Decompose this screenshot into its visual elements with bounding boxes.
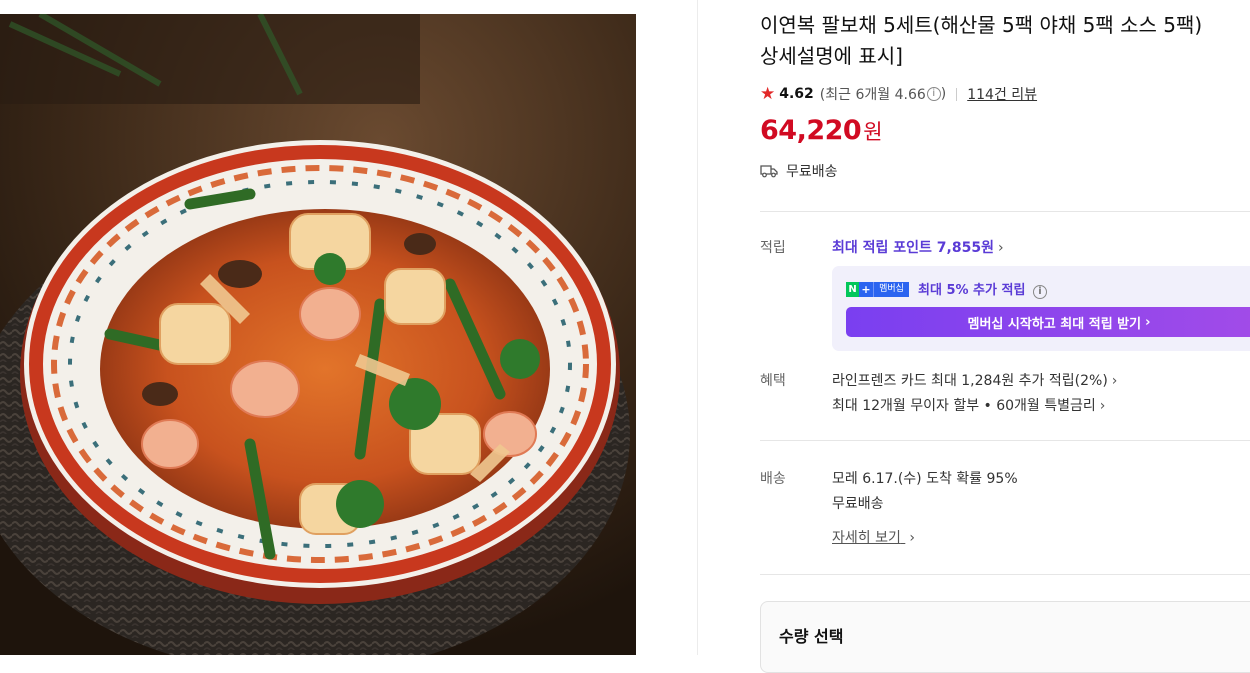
delivery-fee: 무료배송 <box>832 496 884 512</box>
delivery-detail-link[interactable]: 자세히 보기 › <box>832 527 915 547</box>
arrival-estimate: 모레 6.17.(수) 도착 확률 95% <box>832 471 1018 487</box>
panel-divider <box>697 0 698 655</box>
chevron-right-icon: › <box>1145 314 1151 330</box>
points-label: 적립 <box>760 240 786 256</box>
quantity-title: 수량 선택 <box>779 627 844 646</box>
benefits-label: 혜택 <box>760 373 786 389</box>
product-image <box>0 14 636 655</box>
price: 64,220 원 <box>760 115 883 146</box>
info-icon[interactable]: i <box>1032 285 1047 299</box>
max-points-text: 최대 적립 포인트 7,855원 <box>832 240 994 256</box>
card-benefit-link[interactable]: 라인프렌즈 카드 최대 1,284원 추가 적립(2%) › <box>832 370 1117 390</box>
chevron-right-icon: › <box>997 240 1004 256</box>
divider <box>956 87 958 101</box>
food-photo <box>0 14 636 655</box>
membership-box: N + 멤버십 최대 5% 추가 적립 i 멤버십 시작하고 최대 적립 받기 › <box>832 266 1250 351</box>
section-divider <box>760 440 1250 441</box>
chevron-right-icon: › <box>1099 398 1106 414</box>
recent-rating: (최근 6개월 4.66 <box>819 87 926 103</box>
reviews-link[interactable]: 114건 리뷰 <box>967 84 1037 104</box>
product-title-line1: 이연복 팔보채 5세트(해산물 5팩 야채 5팩 소스 5팩) <box>760 13 1203 37</box>
chevron-right-icon: › <box>1111 373 1118 389</box>
delivery-label: 배송 <box>760 471 786 487</box>
product-title: 이연복 팔보채 5세트(해산물 5팩 야채 5팩 소스 5팩) 상세설명에 표시… <box>760 10 1250 72</box>
section-divider <box>760 574 1250 575</box>
shipping-info: 무료배송 <box>760 161 838 181</box>
price-value: 64,220 <box>760 115 862 146</box>
info-icon[interactable]: i <box>926 87 941 101</box>
chevron-right-icon: › <box>909 530 915 546</box>
membership-extra-points: 최대 5% 추가 적립 i <box>918 279 1047 299</box>
membership-start-button[interactable]: 멤버십 시작하고 최대 적립 받기 › <box>846 307 1250 337</box>
truck-icon <box>760 164 778 178</box>
naver-plus-membership-badge: N + 멤버십 <box>846 282 909 297</box>
shipping-text: 무료배송 <box>786 164 838 180</box>
max-points-link[interactable]: 최대 적립 포인트 7,855원 › <box>832 237 1004 257</box>
rating-row: ★ 4.62 (최근 6개월 4.66 i ) 114건 리뷰 <box>760 83 1037 105</box>
section-divider <box>760 211 1250 212</box>
rating-value: 4.62 <box>779 86 814 102</box>
price-currency: 원 <box>863 120 883 144</box>
installment-benefit-link[interactable]: 최대 12개월 무이자 할부 • 60개월 특별금리 › <box>832 395 1105 415</box>
quantity-select-box[interactable]: 수량 선택 <box>760 601 1250 673</box>
product-info-panel: 이연복 팔보채 5세트(해산물 5팩 야채 5팩 소스 5팩) 상세설명에 표시… <box>760 0 1250 673</box>
recent-rating-close: ) <box>940 86 947 102</box>
star-icon: ★ <box>760 84 776 104</box>
product-title-line2: 상세설명에 표시] <box>760 44 903 68</box>
